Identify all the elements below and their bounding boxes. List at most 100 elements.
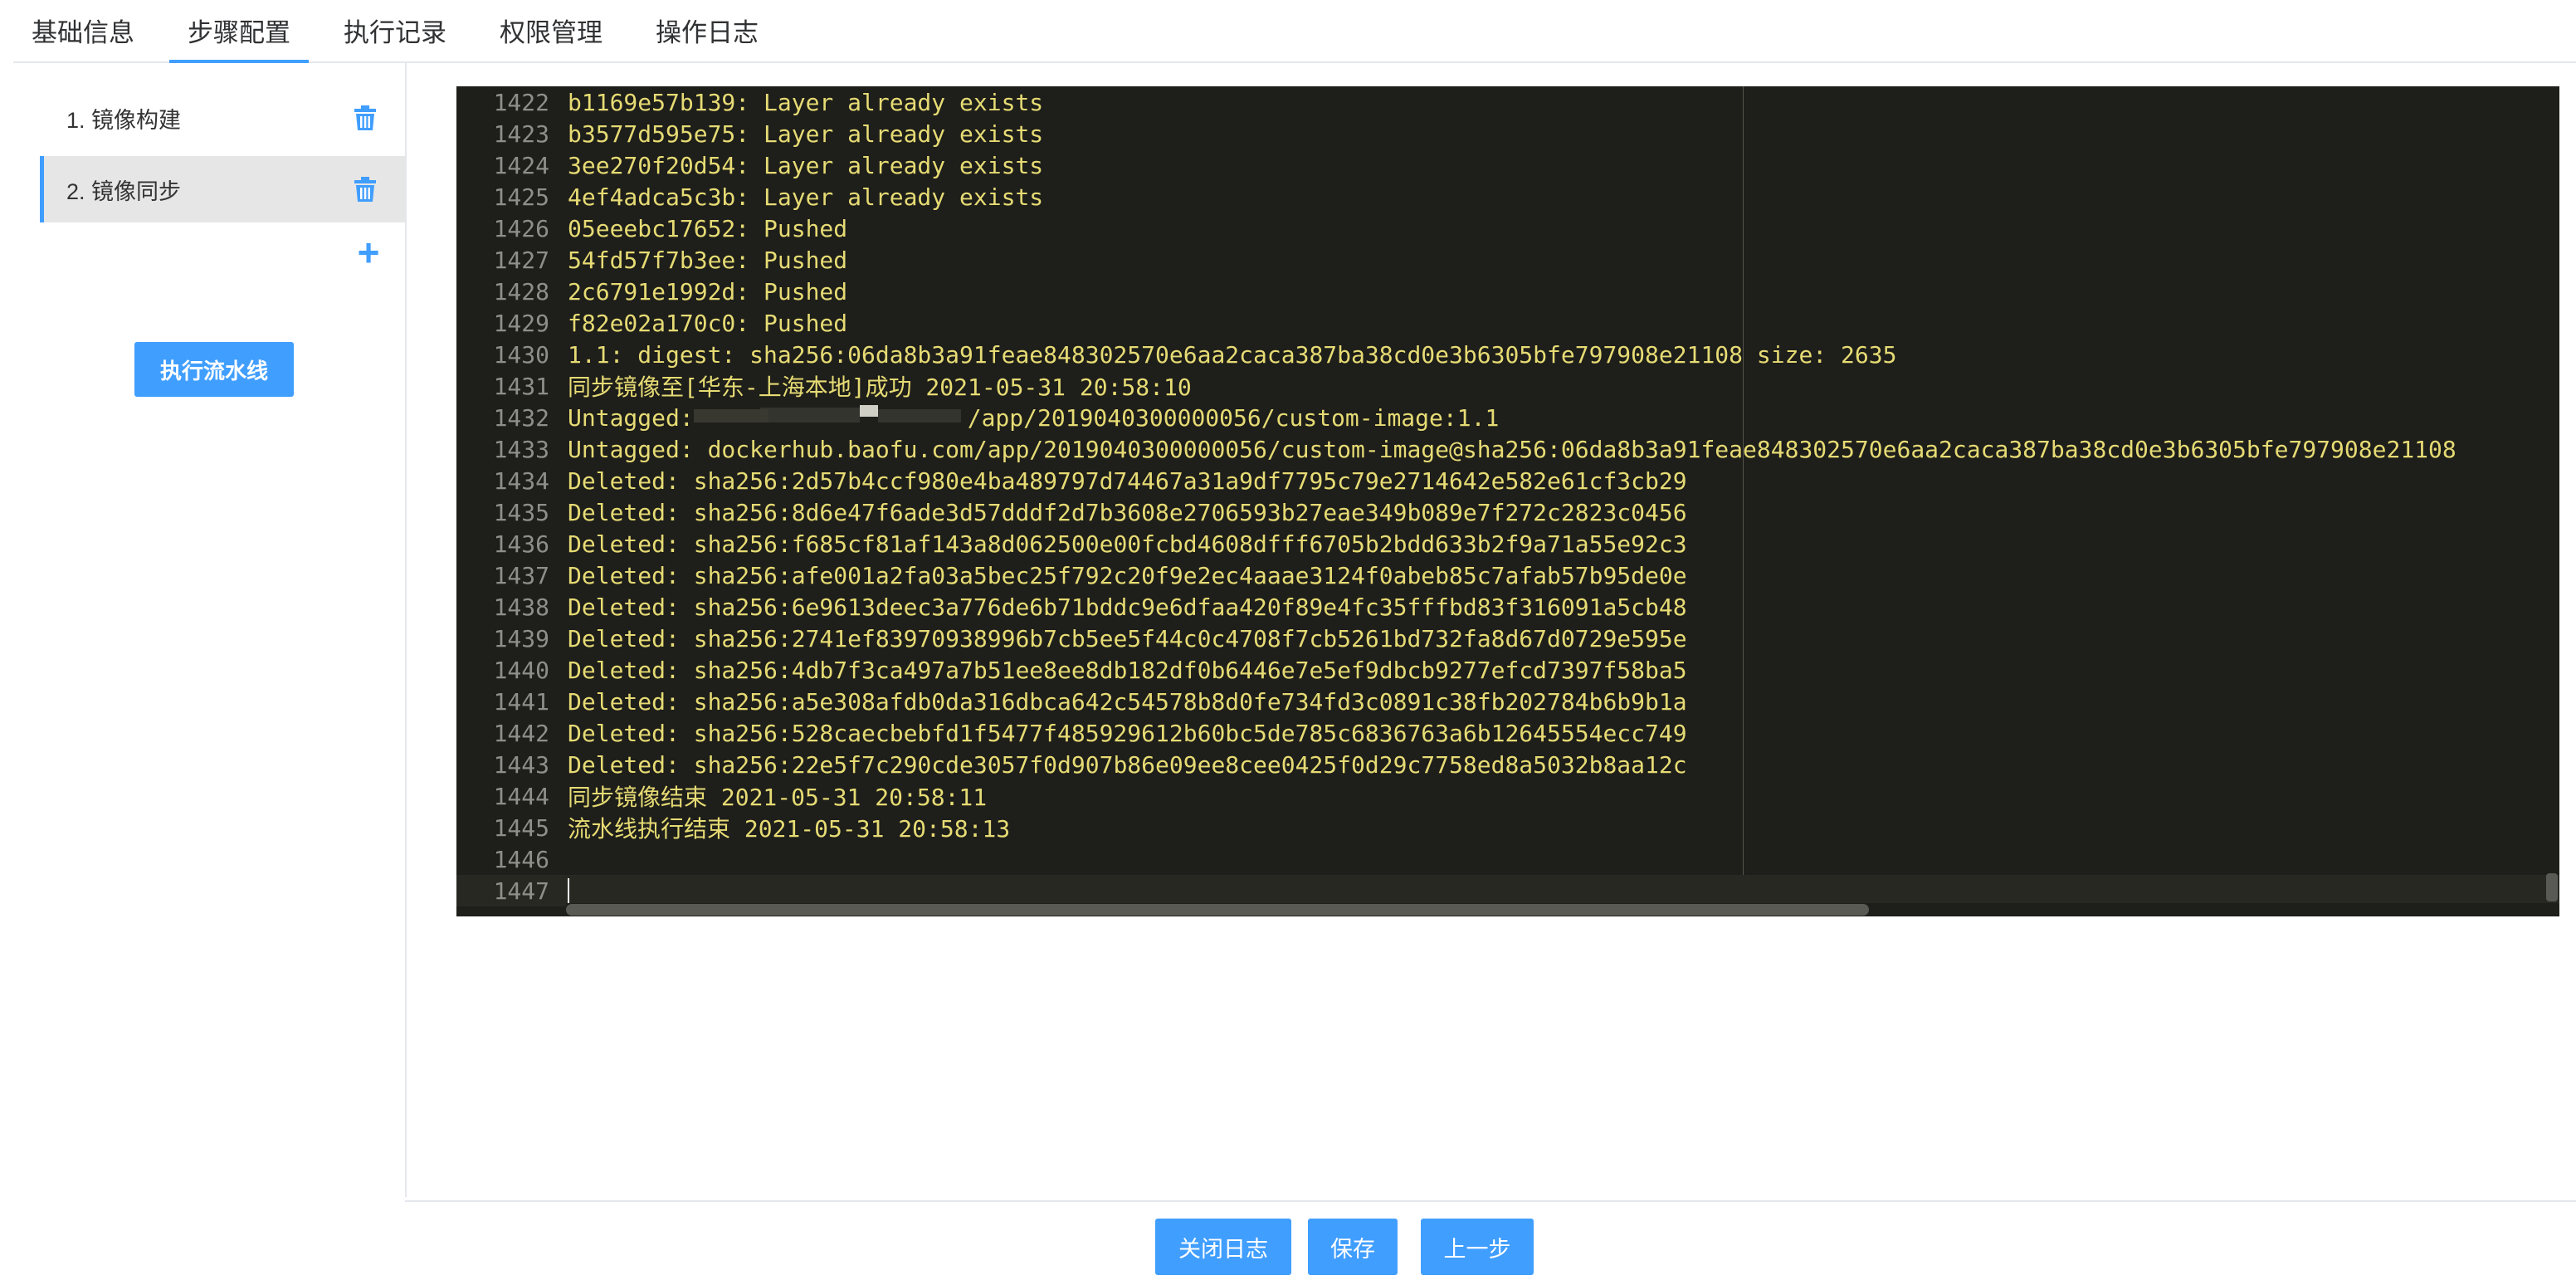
line-number: 1426 — [493, 214, 549, 242]
line-number: 1430 — [493, 340, 549, 369]
line-text: f82e02a170c0: Pushed — [568, 309, 848, 337]
line-text: Deleted: sha256:2741ef83970938996b7cb5ee… — [568, 624, 1687, 652]
footer-divider — [405, 1200, 2576, 1202]
line-text: Deleted: sha256:4db7f3ca497a7b51ee8ee8db… — [568, 656, 1687, 684]
line-number: 1437 — [493, 561, 549, 589]
trash-icon[interactable] — [349, 101, 382, 134]
line-text: 4ef4adca5c3b: Layer already exists — [568, 183, 1044, 211]
line-number: 1442 — [493, 719, 549, 747]
line-text: 2c6791e1992d: Pushed — [568, 277, 848, 305]
line-number: 1447 — [493, 877, 549, 905]
line-text: 05eeebc17652: Pushed — [568, 214, 848, 242]
line-text: 3ee270f20d54: Layer already exists — [568, 151, 1044, 179]
line-number: 1440 — [493, 656, 549, 684]
run-pipeline-button[interactable]: 执行流水线 — [134, 342, 294, 397]
line-number: 1441 — [493, 687, 549, 716]
log-line: 1424 3ee270f20d54: Layer already exists — [456, 149, 2559, 181]
log-line: 1423 b3577d595e75: Layer already exists — [456, 118, 2559, 149]
line-number: 1446 — [493, 845, 549, 873]
tab-operation-log[interactable]: 操作日志 — [637, 0, 777, 61]
step-label: 2. 镜像同步 — [66, 178, 182, 204]
line-text: Deleted: sha256:f685cf81af143a8d062500e0… — [568, 530, 1687, 558]
line-number: 1424 — [493, 151, 549, 179]
log-line: 1440 Deleted: sha256:4db7f3ca497a7b51ee8e… — [456, 654, 2559, 686]
line-text: 同步镜像至[华东-上海本地]成功 2021-05-31 20:58:10 — [568, 374, 1192, 401]
line-text: Deleted: sha256:528caecbebfd1f5477f48592… — [568, 719, 1687, 747]
log-line: 1431 同步镜像至[华东-上海本地]成功 2021-05-31 20:58:10 — [456, 370, 2559, 402]
steps-sidebar: 1. 镜像构建 2. 镜像同步 + 执行流水线 — [0, 63, 407, 1197]
line-text: b1169e57b139: Layer already exists — [568, 88, 1044, 116]
line-number: 1434 — [493, 467, 549, 495]
horizontal-scrollbar[interactable] — [566, 904, 1869, 916]
line-number: 1433 — [493, 435, 549, 463]
save-button[interactable]: 保存 — [1308, 1219, 1398, 1275]
tab-bar: 基础信息 步骤配置 执行记录 权限管理 操作日志 — [13, 0, 2576, 63]
previous-step-button[interactable]: 上一步 — [1421, 1219, 1534, 1275]
log-line: 1439 Deleted: sha256:2741ef83970938996b7c… — [456, 623, 2559, 654]
line-number: 1423 — [493, 120, 549, 148]
log-line: 1442 Deleted: sha256:528caecbebfd1f5477f4… — [456, 717, 2559, 749]
log-line: 1433 Untagged: dockerhub.baofu.com/app/20… — [456, 433, 2559, 465]
tab-execution-records[interactable]: 执行记录 — [325, 0, 465, 61]
log-line: 1432 Untagged: /app/2019040300000056/cust… — [456, 402, 2559, 433]
line-number: 1425 — [493, 183, 549, 211]
line-number: 1439 — [493, 624, 549, 652]
log-line: 1425 4ef4adca5c3b: Layer already exists — [456, 181, 2559, 213]
log-line: 1422 b1169e57b139: Layer already exists — [456, 86, 2559, 118]
close-log-button[interactable]: 关闭日志 — [1155, 1219, 1291, 1275]
line-number: 1431 — [493, 372, 549, 400]
log-line: 1429 f82e02a170c0: Pushed — [456, 307, 2559, 339]
log-editor[interactable]: 1422 b1169e57b139: Layer already exists 14… — [456, 86, 2559, 916]
line-text: Deleted: sha256:22e5f7c290cde3057f0d907b… — [568, 750, 1687, 779]
log-lines: 1422 b1169e57b139: Layer already exists 14… — [456, 86, 2559, 906]
line-number: 1445 — [493, 813, 549, 842]
log-line: 1430 1.1: digest: sha256:06da8b3a91feae84… — [456, 339, 2559, 370]
log-line: 1435 Deleted: sha256:8d6e47f6ade3d57dddf2… — [456, 496, 2559, 528]
line-number: 1427 — [493, 246, 549, 274]
line-text: 54fd57f7b3ee: Pushed — [568, 246, 848, 274]
log-line: 1447 — [456, 875, 2559, 906]
vertical-scrollbar[interactable] — [2546, 873, 2558, 901]
log-line: 1426 05eeebc17652: Pushed — [456, 213, 2559, 244]
step-label: 1. 镜像构建 — [66, 107, 182, 133]
log-line: 1446 — [456, 843, 2559, 875]
line-text: Untagged: dockerhub.baofu.com/app/201904… — [568, 435, 2456, 463]
step-item-image-sync[interactable]: 2. 镜像同步 — [40, 156, 405, 222]
step-item-image-build[interactable]: 1. 镜像构建 — [40, 85, 405, 151]
line-text: Deleted: sha256:2d57b4ccf980e4ba489797d7… — [568, 467, 1687, 495]
tab-basic-info[interactable]: 基础信息 — [13, 0, 153, 61]
tab-step-config[interactable]: 步骤配置 — [169, 0, 309, 63]
line-number: 1429 — [493, 309, 549, 337]
log-line: 1437 Deleted: sha256:afe001a2fa03a5bec25f… — [456, 559, 2559, 591]
text-cursor — [568, 878, 569, 903]
trash-icon[interactable] — [349, 173, 382, 206]
line-number: 1432 — [493, 403, 549, 432]
line-text: Deleted: sha256:6e9613deec3a776de6b71bdd… — [568, 593, 1687, 621]
line-text: Deleted: sha256:afe001a2fa03a5bec25f792c… — [568, 561, 1687, 589]
log-line: 1428 2c6791e1992d: Pushed — [456, 276, 2559, 307]
redacted-host — [693, 403, 968, 433]
log-line: 1443 Deleted: sha256:22e5f7c290cde3057f0d… — [456, 749, 2559, 780]
plus-icon[interactable]: + — [352, 233, 385, 271]
log-line: 1444 同步镜像结束 2021-05-31 20:58:11 — [456, 780, 2559, 812]
line-text: Deleted: sha256:a5e308afdb0da316dbca642c… — [568, 687, 1687, 716]
line-text: b3577d595e75: Layer already exists — [568, 120, 1044, 148]
log-line: 1427 54fd57f7b3ee: Pushed — [456, 244, 2559, 276]
log-line: 1445 流水线执行结束 2021-05-31 20:58:13 — [456, 812, 2559, 843]
line-number: 1438 — [493, 593, 549, 621]
line-number: 1443 — [493, 750, 549, 779]
log-line: 1438 Deleted: sha256:6e9613deec3a776de6b7… — [456, 591, 2559, 623]
line-text: 流水线执行结束 2021-05-31 20:58:13 — [568, 815, 1011, 843]
line-text: Deleted: sha256:8d6e47f6ade3d57dddf2d7b3… — [568, 498, 1687, 526]
tab-permissions[interactable]: 权限管理 — [481, 0, 621, 61]
line-number: 1428 — [493, 277, 549, 305]
line-number: 1444 — [493, 782, 549, 810]
line-number: 1422 — [493, 88, 549, 116]
line-text-suffix: /app/2019040300000056/custom-image:1.1 — [967, 403, 1500, 432]
line-text: Untagged: — [568, 403, 694, 432]
page: 基础信息 步骤配置 执行记录 权限管理 操作日志 1. 镜像构建 2. 镜像同步 — [0, 0, 2576, 1280]
line-text: 1.1: digest: sha256:06da8b3a91feae848302… — [568, 340, 1897, 369]
line-number: 1435 — [493, 498, 549, 526]
log-line: 1436 Deleted: sha256:f685cf81af143a8d0625… — [456, 528, 2559, 559]
log-line: 1441 Deleted: sha256:a5e308afdb0da316dbca… — [456, 686, 2559, 717]
